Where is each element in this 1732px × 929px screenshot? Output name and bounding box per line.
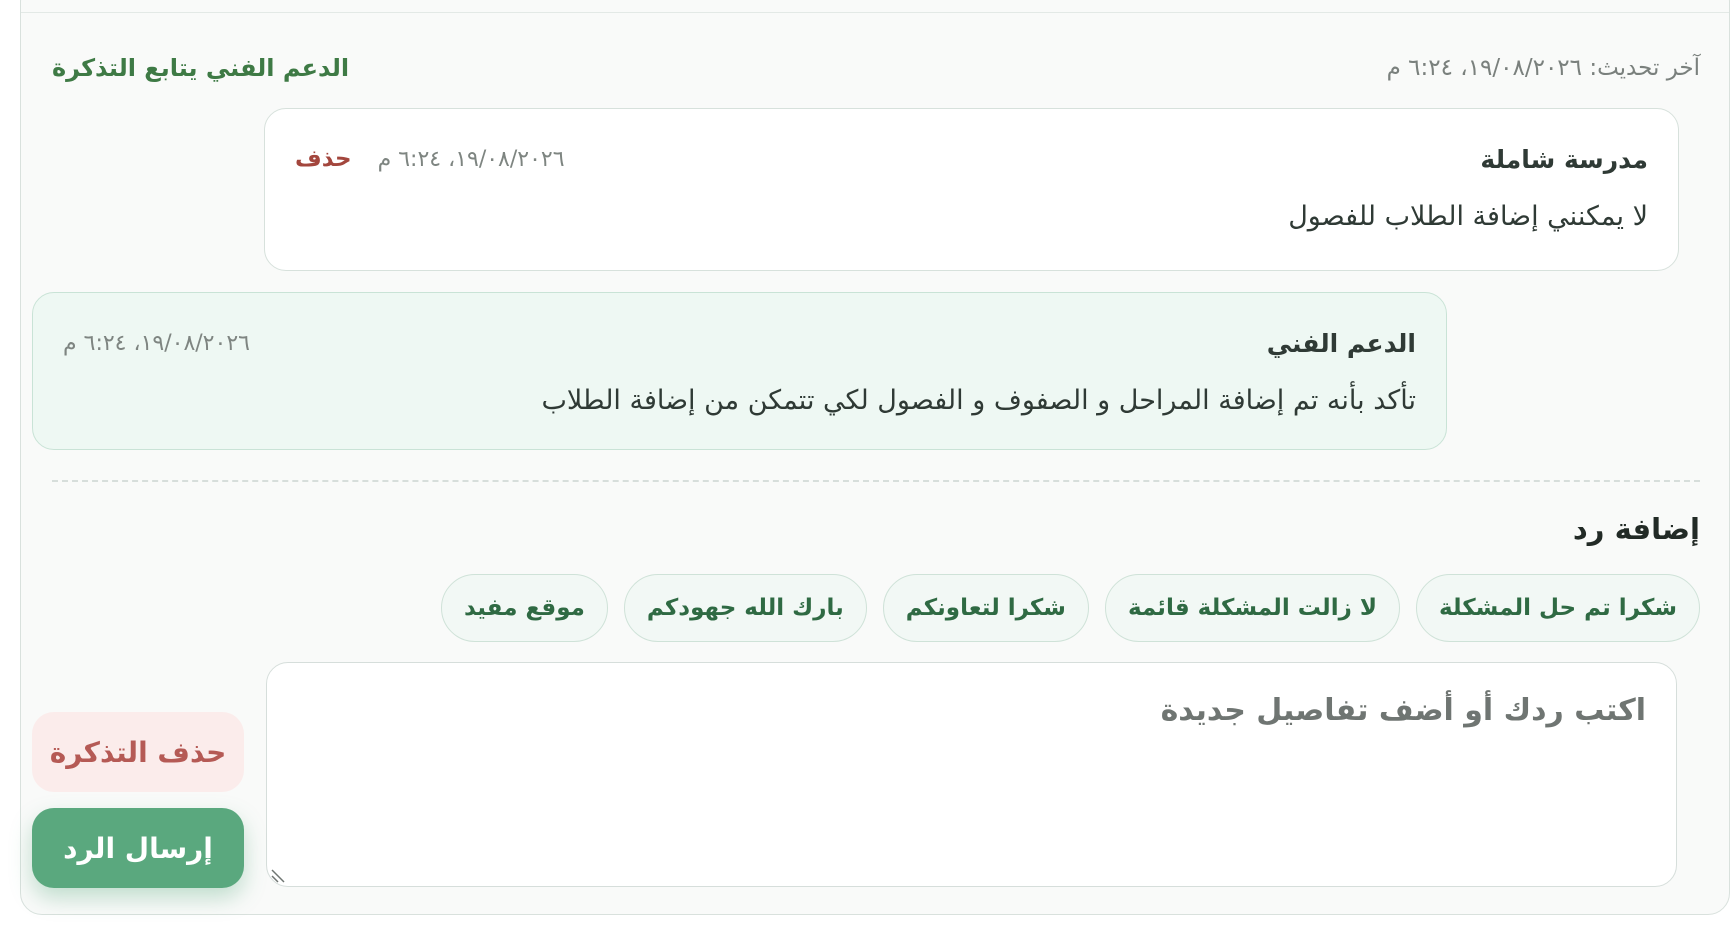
quick-reply-chip[interactable]: شكرا لتعاونكم: [882, 574, 1089, 642]
message-time: ١٩/٠٨/٢٠٢٦، ٦:٢٤ م: [63, 330, 250, 356]
message-author: مدرسة شاملة: [1480, 144, 1648, 174]
quick-reply-chip[interactable]: موقع مفيد: [440, 574, 608, 642]
message-time: ١٩/٠٨/٢٠٢٦، ٦:٢٤ م: [377, 146, 565, 172]
message-meta: ١٩/٠٨/٢٠٢٦، ٦:٢٤ م حذف: [295, 146, 565, 172]
ticket-status-row: آخر تحديث: ١٩/٠٨/٢٠٢٦، ٦:٢٤ م الدعم الفن…: [52, 48, 1700, 88]
delete-message-button[interactable]: حذف: [295, 146, 352, 172]
quick-reply-chip[interactable]: لا زالت المشكلة قائمة: [1104, 574, 1400, 642]
send-reply-button[interactable]: إرسال الرد: [32, 808, 244, 888]
delete-ticket-button[interactable]: حذف التذكرة: [32, 712, 244, 792]
resize-handle-icon[interactable]: [270, 866, 288, 884]
section-divider: [52, 480, 1700, 482]
message-author: الدعم الفني: [1266, 328, 1416, 358]
last-update-text: آخر تحديث: ١٩/٠٨/٢٠٢٦، ٦:٢٤ م: [1386, 55, 1700, 81]
quick-reply-chip[interactable]: بارك الله جهودكم: [623, 574, 867, 642]
reply-section-title: إضافة رد: [1572, 512, 1700, 546]
quick-reply-chip[interactable]: شكرا تم حل المشكلة: [1415, 574, 1700, 642]
message-header: الدعم الفني ١٩/٠٨/٢٠٢٦، ٦:٢٤ م: [63, 323, 1416, 363]
message-meta: ١٩/٠٨/٢٠٢٦، ٦:٢٤ م: [63, 331, 250, 356]
support-following-label: الدعم الفني يتابع التذكرة: [52, 54, 350, 82]
message-body: تأكد بأنه تم إضافة المراحل و الصفوف و ال…: [541, 385, 1416, 416]
message-header: مدرسة شاملة ١٩/٠٨/٢٠٢٦، ٦:٢٤ م حذف: [295, 139, 1648, 179]
reply-textarea[interactable]: [266, 662, 1677, 887]
message-user: مدرسة شاملة ١٩/٠٨/٢٠٢٦، ٦:٢٤ م حذف لا يم…: [264, 108, 1679, 271]
message-support: الدعم الفني ١٩/٠٨/٢٠٢٦، ٦:٢٤ م تأكد بأنه…: [32, 292, 1447, 450]
message-body: لا يمكنني إضافة الطلاب للفصول: [1288, 201, 1648, 232]
quick-replies: شكرا تم حل المشكلة لا زالت المشكلة قائمة…: [440, 574, 1700, 642]
panel-top-divider: [21, 12, 1729, 13]
